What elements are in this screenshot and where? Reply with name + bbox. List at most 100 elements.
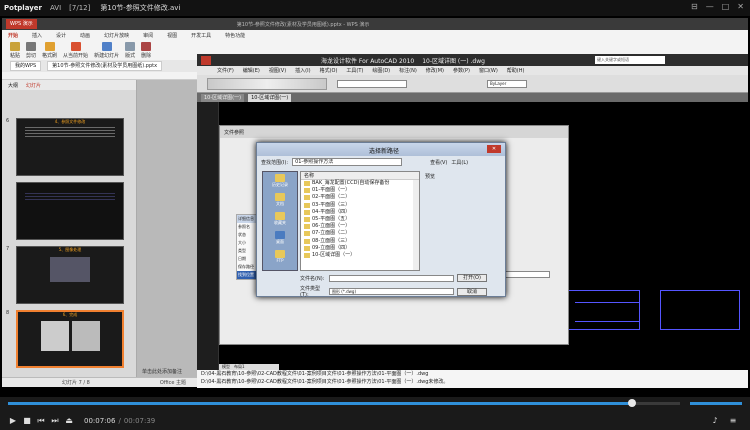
delete-button[interactable]: 删除 xyxy=(141,41,151,59)
paste-button[interactable]: 粘贴 xyxy=(10,41,21,59)
tab-outline[interactable]: 大纲 xyxy=(8,82,18,89)
cad-doc-tab-active[interactable]: 10-区域详图(一) xyxy=(248,93,292,102)
list-item[interactable]: 01-平面图（一） xyxy=(301,187,419,194)
tab-features[interactable]: 特色功能 xyxy=(225,32,245,39)
play-icon[interactable]: ▶ xyxy=(8,416,18,426)
cad-menu-item[interactable]: 窗口(W) xyxy=(479,67,498,74)
place-label: 文档 xyxy=(276,201,284,206)
dwg-file-icon xyxy=(304,238,310,244)
cut-button[interactable]: 剪切 xyxy=(26,41,37,59)
menu-icon[interactable]: ≡ xyxy=(728,416,738,426)
doc-tab-my-wps[interactable]: 我的WPS xyxy=(10,61,42,71)
file-name: 08-立面图（三） xyxy=(312,237,351,244)
tab-slideshow[interactable]: 幻灯片放映 xyxy=(104,32,129,39)
slide-edit-area xyxy=(137,80,197,377)
place-history[interactable]: 历史记录 xyxy=(263,172,297,191)
slide-thumbnail[interactable] xyxy=(16,182,124,240)
file-name: 04-平面图（四） xyxy=(312,208,351,215)
file-name: 03-平面图（三） xyxy=(312,201,351,208)
cad-doc-tab[interactable]: 10-区域详图(一) xyxy=(201,93,245,102)
cad-search-input[interactable]: 键入关键字或短语 xyxy=(594,56,665,64)
cad-menu-item[interactable]: 标注(N) xyxy=(399,67,417,74)
list-item[interactable]: 07-立面图（二） xyxy=(301,230,419,237)
cad-menu-item[interactable]: 文件(F) xyxy=(217,67,234,74)
file-name-field[interactable] xyxy=(329,274,454,282)
minimize-icon[interactable]: — xyxy=(706,2,714,11)
slide-thumbnail[interactable]: 5、图像处理 xyxy=(16,246,124,304)
tab-review[interactable]: 审阅 xyxy=(143,32,153,39)
speaker-icon[interactable]: ♪ xyxy=(710,416,720,426)
cad-menu-item[interactable]: 插入(I) xyxy=(295,67,310,74)
tab-slides[interactable]: 幻灯片 xyxy=(26,82,41,89)
layout-button[interactable]: 版式 xyxy=(125,41,135,59)
tab-animation[interactable]: 动画 xyxy=(80,32,90,39)
list-item[interactable]: 10-区域详图（一） xyxy=(301,252,419,259)
list-item[interactable]: 08-立面图（三） xyxy=(301,238,419,245)
look-in-combo[interactable]: 01-参照操作方法 xyxy=(292,158,403,166)
cad-layer-combo[interactable] xyxy=(337,79,407,88)
list-item[interactable]: BAK_海龙配置(CCD)自动保存备份 xyxy=(301,180,419,187)
player-menu-button[interactable]: Potplayer xyxy=(4,4,42,12)
place-desktop[interactable]: 桌面 xyxy=(263,229,297,248)
next-icon[interactable]: ⏭ xyxy=(50,416,60,426)
cad-menu-item[interactable]: 视图(V) xyxy=(269,67,286,74)
tab-developer[interactable]: 开发工具 xyxy=(191,32,211,39)
cad-menu-item[interactable]: 绘图(D) xyxy=(372,67,390,74)
doc-tab-current[interactable]: 第10节-参照文件修改(素材及学员用图纸).pptx xyxy=(47,61,163,71)
list-item[interactable]: 03-平面图（三） xyxy=(301,202,419,209)
list-item[interactable]: 04-平面图（四） xyxy=(301,209,419,216)
cad-menu-item[interactable]: 编辑(E) xyxy=(243,67,260,74)
cad-menu-item[interactable]: 帮助(H) xyxy=(507,67,525,74)
play-from-current-label: 从当前开始 xyxy=(63,52,89,59)
format-painter-label: 格式刷 xyxy=(42,52,58,59)
cad-menu-item[interactable]: 参数(P) xyxy=(453,67,470,74)
tab-insert[interactable]: 插入 xyxy=(32,32,42,39)
brush-icon xyxy=(44,41,55,51)
notes-placeholder[interactable]: 单击此处添加备注 xyxy=(142,368,182,375)
cad-menu-item[interactable]: 工具(T) xyxy=(346,67,363,74)
close-icon[interactable]: ✕ xyxy=(487,145,501,153)
wps-app-tag[interactable]: WPS 演示 xyxy=(6,19,37,29)
column-name[interactable]: 名称 xyxy=(301,172,419,180)
file-list-scrollbar[interactable] xyxy=(413,180,419,270)
cad-bylayer-combo[interactable]: ByLayer xyxy=(487,79,527,88)
stop-icon[interactable]: ■ xyxy=(22,416,32,426)
list-item[interactable]: 02-平面图（二） xyxy=(301,194,419,201)
file-type-combo[interactable]: 图形 (*.dwg) xyxy=(329,288,454,295)
paste-label: 粘贴 xyxy=(10,52,21,59)
slide-thumbnail-selected[interactable]: 6、完成 xyxy=(16,310,124,368)
play-icon xyxy=(70,41,81,51)
maximize-icon[interactable]: □ xyxy=(722,2,730,11)
new-slide-button[interactable]: 新建幻灯片 xyxy=(94,41,119,59)
tab-home[interactable]: 开始 xyxy=(8,32,18,39)
seek-handle[interactable] xyxy=(627,399,636,407)
eject-icon[interactable]: ⏏ xyxy=(64,416,74,426)
format-painter-button[interactable]: 格式刷 xyxy=(42,41,58,59)
list-item[interactable]: 09-立面图（四） xyxy=(301,245,419,252)
tools-menu[interactable]: 工具(L) xyxy=(451,159,468,166)
cad-tool-icons[interactable] xyxy=(207,77,327,90)
open-button[interactable]: 打开(O) xyxy=(457,274,487,282)
place-ftp[interactable]: FTP xyxy=(263,248,297,267)
place-favorites[interactable]: 收藏夹 xyxy=(263,210,297,229)
cad-menu-item[interactable]: 格式(O) xyxy=(320,67,338,74)
previous-icon[interactable]: ⏮ xyxy=(36,416,46,426)
view-menu[interactable]: 查看(V) xyxy=(430,159,447,166)
file-title: 第10节-参照文件修改.avi xyxy=(100,4,181,12)
pin-icon[interactable]: ⊟ xyxy=(691,2,698,11)
volume-slider[interactable] xyxy=(690,402,742,405)
tab-design[interactable]: 设计 xyxy=(56,32,66,39)
tab-view[interactable]: 视图 xyxy=(167,32,177,39)
cut-label: 剪切 xyxy=(26,52,37,59)
xref-header: 文件参照 xyxy=(220,126,568,138)
cad-app-icon[interactable] xyxy=(201,55,211,65)
cancel-button[interactable]: 取消 xyxy=(457,287,487,296)
close-icon[interactable]: ✕ xyxy=(737,2,744,11)
cad-menu-item[interactable]: 修改(M) xyxy=(426,67,444,74)
player-title-bar: Potplayer AVI [7/12] 第10节-参照文件修改.avi ⊟ —… xyxy=(0,0,750,16)
play-from-current-button[interactable]: 从当前开始 xyxy=(63,41,89,59)
slide-thumbnail[interactable]: 4、参照文件修改 xyxy=(16,118,124,176)
cad-command-line[interactable]: D:\04-黑石教育\10-参照\02-CAD教程文件\01-案例项目文件\01… xyxy=(197,370,748,388)
place-documents[interactable]: 文档 xyxy=(263,191,297,210)
cad-left-toolbar xyxy=(197,102,219,370)
